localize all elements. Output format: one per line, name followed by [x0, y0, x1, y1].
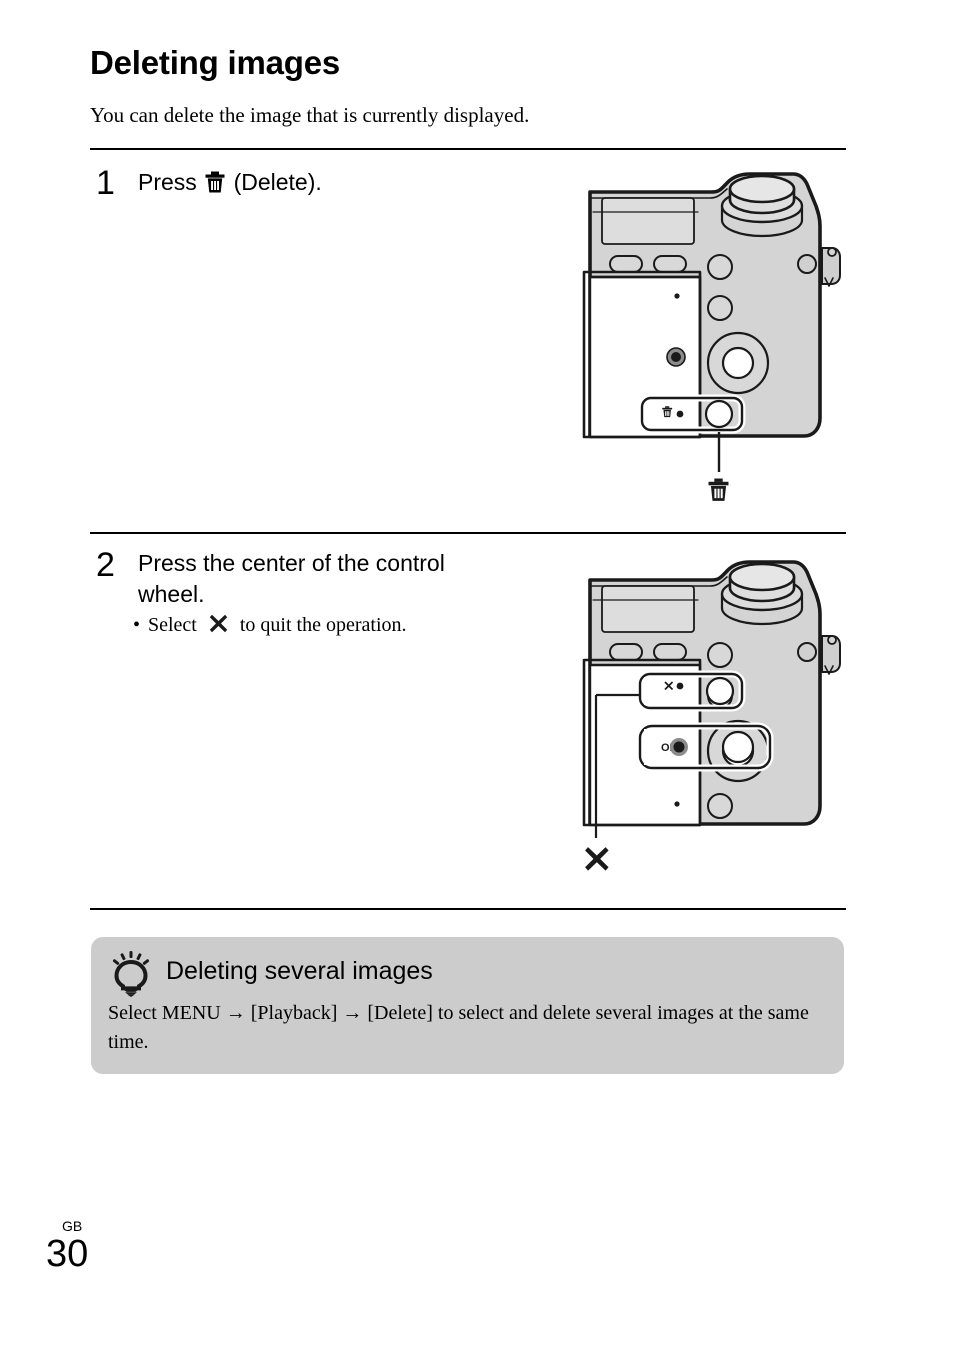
step-2-line-2: wheel. [138, 581, 205, 607]
trash-icon [708, 478, 729, 501]
step-1-instruction: Press (Delete). [138, 167, 322, 198]
cross-icon [585, 847, 609, 871]
section-divider-bottom [90, 908, 846, 910]
tip-body-text: Select MENU → [Playback] → [Delete] to s… [108, 1002, 809, 1053]
step-2-bullet-note: • Select to quit the operation. [133, 612, 407, 638]
cross-icon [209, 614, 228, 633]
step-1-text-after: (Delete). [233, 169, 322, 195]
bullet-marker: • [133, 614, 141, 636]
trash-icon [205, 171, 225, 193]
page-title: Deleting images [90, 44, 341, 81]
step-1-number: 1 [96, 164, 115, 202]
step-2-line-1: Press the center of the control [138, 550, 445, 576]
section-divider-top [90, 148, 846, 150]
tip-callout-box: Deleting several images Select MENU → [P… [91, 937, 844, 1074]
tip-heading: Deleting several images [166, 957, 433, 985]
section-divider-middle [90, 532, 846, 534]
step-2-number: 2 [96, 546, 115, 584]
footer-page-number: 30 [46, 1233, 89, 1275]
bullet-text-before: Select [148, 614, 197, 636]
footer-region-code: GB [62, 1218, 83, 1234]
bullet-text-after: to quit the operation. [239, 614, 407, 636]
figure-camera-delete-button [560, 160, 860, 520]
intro-paragraph: You can delete the image that is current… [90, 103, 530, 127]
lightbulb-icon [109, 951, 153, 997]
figure-camera-control-wheel: OK [560, 548, 860, 908]
step-2-instruction: Press the center of the control wheel. [138, 548, 445, 610]
step-1-text-before: Press [138, 169, 197, 195]
manual-page: Deleting images You can delete the image… [0, 0, 954, 1345]
